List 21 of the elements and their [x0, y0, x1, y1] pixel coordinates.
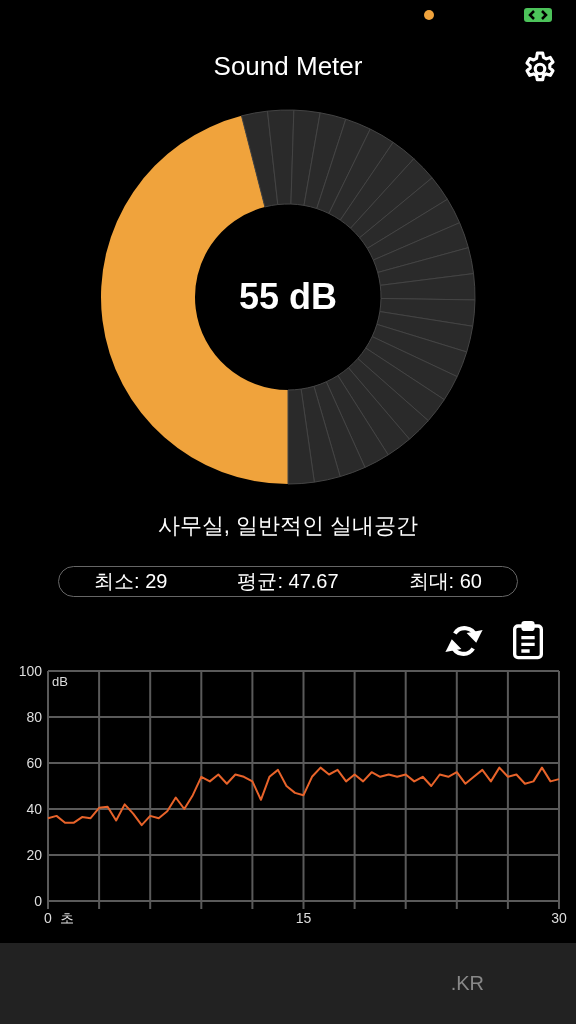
banner-text: .KR [450, 971, 484, 997]
clipboard-icon [510, 620, 546, 661]
y-tick-label: 0 [34, 892, 42, 909]
y-tick-label: 60 [26, 754, 42, 771]
app-title: Sound Meter [213, 50, 363, 84]
recording-indicator-icon [424, 10, 434, 21]
stat-value: 최소: 29 [94, 569, 168, 595]
stat-value: 평균: 47.67 [237, 569, 339, 595]
x-tick-label: 15 [295, 909, 312, 926]
stat-value: 최대: 60 [408, 569, 482, 595]
x-axis-label: 초 [60, 909, 74, 926]
y-tick-label: 80 [26, 708, 42, 725]
sound-level-reading: 55 dB [238, 274, 337, 319]
y-tick-label: 100 [18, 662, 42, 679]
x-tick-label: 0 [44, 909, 52, 926]
y-tick-label: 20 [26, 846, 42, 863]
y-tick-label: 40 [26, 800, 42, 817]
x-tick-label: 30 [551, 909, 567, 926]
series-unit-label: dB [52, 673, 68, 689]
environment-description: 사무실, 일반적인 실내공간 [157, 511, 419, 540]
battery-icon [524, 8, 552, 23]
